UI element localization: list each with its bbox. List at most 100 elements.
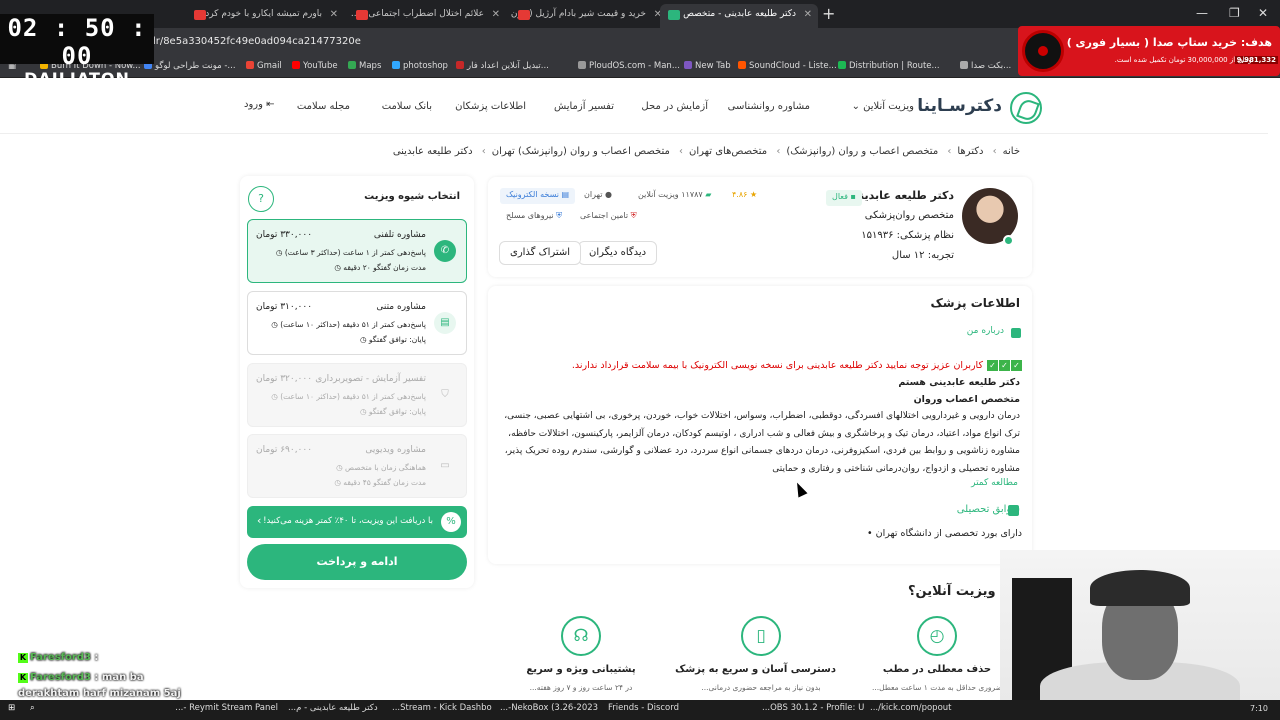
breadcrumb-item[interactable]: دکترها	[957, 146, 983, 157]
taskbar-item[interactable]: Friends - Discord	[608, 703, 708, 713]
taskbar-item[interactable]: دکتر طلیعه عابدینی - م...	[288, 703, 388, 713]
chevron-left-icon: ‹	[257, 514, 262, 527]
url-field[interactable]: /dr/8e5a330452fc49e0ad094ca21477320e	[146, 36, 361, 47]
insurance-badge: ⛨ نیروهای مسلح	[506, 211, 563, 220]
chevron-left-icon: ›	[776, 146, 781, 157]
read-less-link[interactable]: مطالعه کمتر	[971, 478, 1018, 488]
clock-icon: ◷	[334, 263, 341, 272]
breadcrumb-item[interactable]: متخصص اعصاب و روان (روانپزشک) تهران	[492, 146, 670, 157]
close-tab-icon[interactable]: ✕	[804, 9, 812, 20]
chat-message: derakhtam harf mizanam 5aj	[18, 688, 181, 699]
message-icon: ▤	[434, 312, 456, 334]
gmail-icon	[246, 61, 254, 69]
taskbar-item[interactable]: OBS 30.1.2 - Profile: U...	[762, 703, 866, 713]
bookmark-icon	[684, 61, 692, 69]
breadcrumb-item[interactable]: خانه	[1003, 146, 1020, 157]
education-label: سوابق تحصیلی	[956, 504, 1020, 515]
maximize-icon[interactable]: ❐	[1229, 6, 1240, 20]
login-button[interactable]: ورود ⇤	[244, 99, 275, 110]
visit-option-text[interactable]: ▤ مشاوره متنی ۳۱۰,۰۰۰ تومان پاسخ‌دهی کمت…	[247, 291, 467, 355]
browser-tab[interactable]: خرید و قیمت شیر بادام آرژیل (بدون... ✕	[510, 4, 668, 28]
clock-icon: ◷	[334, 478, 341, 487]
share-button[interactable]: اشتراک گذاری	[499, 241, 582, 265]
visit-option-lab: ⛉ تفسیر آزمایش - تصویربرداری ۳۲۰,۰۰۰ توم…	[247, 363, 467, 427]
taskbar-item[interactable]: kick.com/popout/...	[870, 703, 970, 713]
visit-option-phone[interactable]: ✆ مشاوره تلفنی ۳۳۰,۰۰۰ تومان پاسخ‌دهی کم…	[247, 219, 467, 283]
bookmark-item[interactable]: مونت طراحی لوگو -...	[144, 61, 236, 71]
status-badge: ▪ فعال	[826, 190, 862, 206]
bookmark-item[interactable]: PloudOS.com - Man...	[578, 61, 680, 71]
photoshop-icon	[392, 61, 400, 69]
about-line: متخصص اعصاب وروان	[913, 394, 1020, 405]
about-line: دکتر طلیعه عابدینی هستم	[898, 377, 1020, 388]
insurance-notice: ✓✓✓ کاربران عزیز توجه نمایید دکتر طلیعه …	[572, 360, 1022, 371]
bookmark-item[interactable]: New Tab	[684, 61, 731, 71]
phone-icon: ✆	[434, 240, 456, 262]
bookmark-item[interactable]: Distribution | Route...	[838, 61, 940, 71]
discount-banner[interactable]: % با دریافت این ویزیت، تا ۴۰٪ کمتر هزینه…	[247, 506, 467, 538]
close-window-icon[interactable]: ✕	[1258, 6, 1268, 20]
taskbar-item[interactable]: Stream - Kick Dashbo...	[392, 703, 492, 713]
calendar-icon: ◷	[336, 463, 343, 472]
search-icon[interactable]: ⌕	[30, 703, 35, 713]
doctor-bio: درمان دارویی و غیردارویی اختلالهای افسرد…	[504, 411, 1020, 474]
youtube-icon	[194, 10, 206, 20]
active-icon: ▪	[850, 192, 856, 201]
bookmark-item[interactable]: YouTube	[292, 61, 338, 71]
nav-doctors-info[interactable]: اطلاعات پزشکان	[455, 101, 526, 112]
chevron-down-icon: ⌄	[851, 101, 860, 112]
minimize-icon[interactable]: —	[1196, 6, 1208, 20]
bookmark-item[interactable]: photoshop	[392, 61, 448, 71]
reviews-button[interactable]: دیدگاه دیگران	[578, 241, 658, 265]
nav-health-magazine[interactable]: مجله سلامت	[297, 101, 350, 112]
continue-payment-button[interactable]: ادامه و پرداخت	[247, 544, 467, 580]
taskbar-item[interactable]: NekoBox (3.26-2023-...	[500, 703, 600, 713]
breadcrumb-item[interactable]: متخصص اعصاب و روان (روانپزشک)	[786, 146, 938, 157]
leaf-logo-icon	[1010, 92, 1042, 124]
browser-tab[interactable]: علائم اختلال اضطراب اجتماعی - ... ✕	[348, 4, 506, 28]
person-icon	[1011, 328, 1021, 338]
windows-start-icon[interactable]: ⊞	[8, 703, 15, 713]
bookmark-icon	[838, 61, 846, 69]
discount-percent-icon: %	[441, 512, 461, 532]
city-badge: ● تهران	[584, 190, 612, 199]
clock-icon: ◷	[271, 392, 278, 401]
nav-lab-interpretation[interactable]: تفسیر آزمایش	[554, 101, 614, 112]
stopwatch-icon: ◴	[917, 616, 957, 656]
donation-goal: هدف: خرید ستاپ صدا ( بسیار فوری ) 9,981,…	[1018, 26, 1280, 76]
taskbar-item[interactable]: Reymit Stream Panel -...	[175, 703, 278, 713]
help-icon[interactable]: ?	[248, 186, 274, 212]
nav-health-bank[interactable]: بانک سلامت	[382, 101, 432, 112]
shield-icon: ⛨	[630, 211, 637, 220]
youtube-icon	[292, 61, 300, 69]
webcam-overlay	[1000, 550, 1280, 700]
insurance-badge: ⛨ تامین اجتماعی	[580, 211, 637, 220]
visits-count-badge: ▰ ۱۱۷۸۷ ویزیت آنلاین	[638, 190, 712, 199]
site-logo[interactable]: دکترسـاینا	[917, 92, 1042, 124]
nav-psychology[interactable]: مشاوره روانشناسی	[728, 101, 810, 112]
bookmark-item[interactable]: Gmail	[246, 61, 282, 71]
browser-tab-active[interactable]: دکتر طلیعه عابدینی - متخصص ... ✕	[660, 4, 818, 28]
doctor-name: دکتر طلیعه عابدینی	[848, 189, 954, 202]
nav-online-visit[interactable]: ویزیت آنلاین ⌄	[852, 101, 914, 112]
chevron-left-icon: ›	[679, 146, 684, 157]
bookmark-item[interactable]: Maps	[348, 61, 381, 71]
new-tab-button[interactable]: +	[822, 4, 835, 23]
close-tab-icon[interactable]: ✕	[492, 9, 500, 20]
clock-icon: ◷	[271, 320, 278, 329]
bookmark-item[interactable]: تبدیل آنلاین اعداد فار...	[456, 61, 549, 71]
bookmark-item[interactable]: SoundCloud - Liste...	[738, 61, 837, 71]
browser-tab[interactable]: باورم تمیشه ایکارو با خودم کردم ✕	[186, 4, 344, 28]
shield-icon: ⛨	[556, 211, 563, 220]
tab-favicon-icon	[518, 10, 530, 20]
location-pin-icon: ●	[604, 190, 612, 199]
clock-icon: ◷	[359, 335, 367, 344]
check-icon: ✓	[987, 360, 998, 371]
info-title: اطلاعات پزشک	[930, 296, 1020, 310]
prescription-icon: ▤	[561, 190, 570, 199]
breadcrumb-item[interactable]: متخصص‌های تهران	[689, 146, 767, 157]
close-tab-icon[interactable]: ✕	[330, 9, 338, 20]
bookmark-item[interactable]: بکت صدا...	[960, 61, 1011, 71]
nav-home-lab[interactable]: آزمایش در محل	[641, 101, 708, 112]
bookmark-icon	[578, 61, 586, 69]
